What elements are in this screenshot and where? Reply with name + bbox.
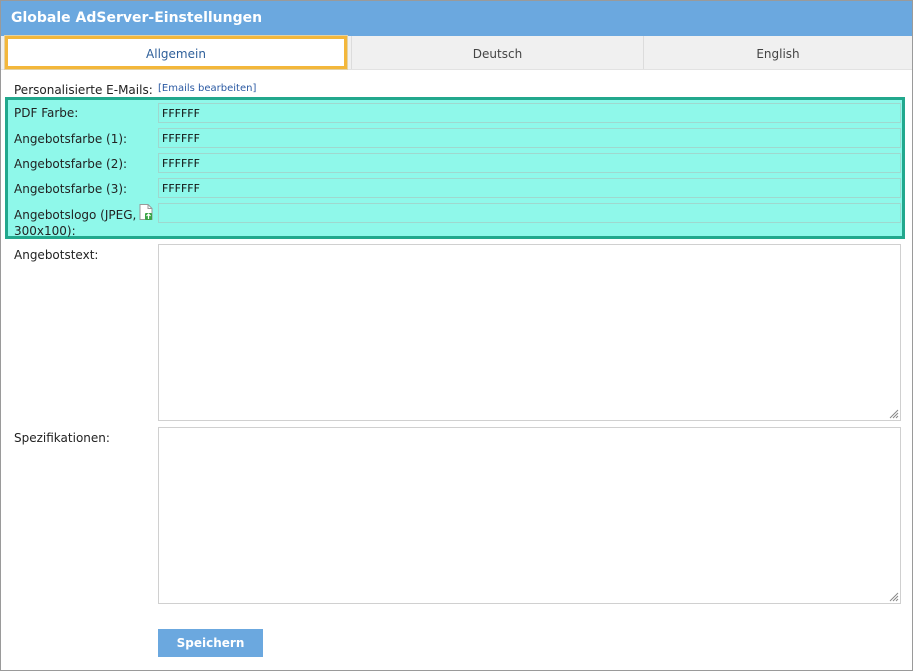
offer-logo-input[interactable] — [158, 203, 901, 223]
offer-text-label: Angebotstext: — [14, 248, 99, 262]
tab-english[interactable]: English — [644, 36, 912, 69]
offer-color1-label: Angebotsfarbe (1): — [14, 132, 128, 146]
offer-text-area[interactable] — [158, 244, 901, 421]
personalized-emails-label: Personalisierte E-Mails: — [14, 83, 153, 97]
specifications-area[interactable] — [158, 427, 901, 604]
window-title: Globale AdServer-Einstellungen — [11, 10, 263, 26]
pdf-color-input[interactable] — [158, 103, 901, 123]
resize-grip-icon[interactable] — [887, 407, 899, 419]
tab-bar: Allgemein Deutsch English — [1, 36, 912, 70]
pdf-color-label: PDF Farbe: — [14, 106, 79, 120]
offer-color1-input[interactable] — [158, 128, 901, 148]
offer-color2-label: Angebotsfarbe (2): — [14, 157, 128, 171]
offer-logo-label-line1: Angebotslogo (JPEG, — [14, 208, 137, 222]
offer-color2-input[interactable] — [158, 153, 901, 173]
title-bar: Globale AdServer-Einstellungen — [1, 1, 912, 36]
settings-window: Globale AdServer-Einstellungen Allgemein… — [0, 0, 913, 671]
save-button[interactable]: Speichern — [158, 629, 263, 657]
offer-color3-input[interactable] — [158, 178, 901, 198]
resize-grip-icon[interactable] — [887, 590, 899, 602]
tab-allgemein[interactable]: Allgemein — [5, 36, 347, 69]
tab-deutsch[interactable]: Deutsch — [352, 36, 643, 69]
offer-color3-label: Angebotsfarbe (3): — [14, 182, 128, 196]
file-upload-icon[interactable] — [139, 204, 153, 220]
offer-logo-label-line2: 300x100): — [14, 224, 76, 238]
specifications-label: Spezifikationen: — [14, 431, 110, 445]
offer-logo-label: Angebotslogo (JPEG, 300x100): — [14, 207, 136, 239]
edit-emails-link[interactable]: [Emails bearbeiten] — [158, 83, 256, 94]
